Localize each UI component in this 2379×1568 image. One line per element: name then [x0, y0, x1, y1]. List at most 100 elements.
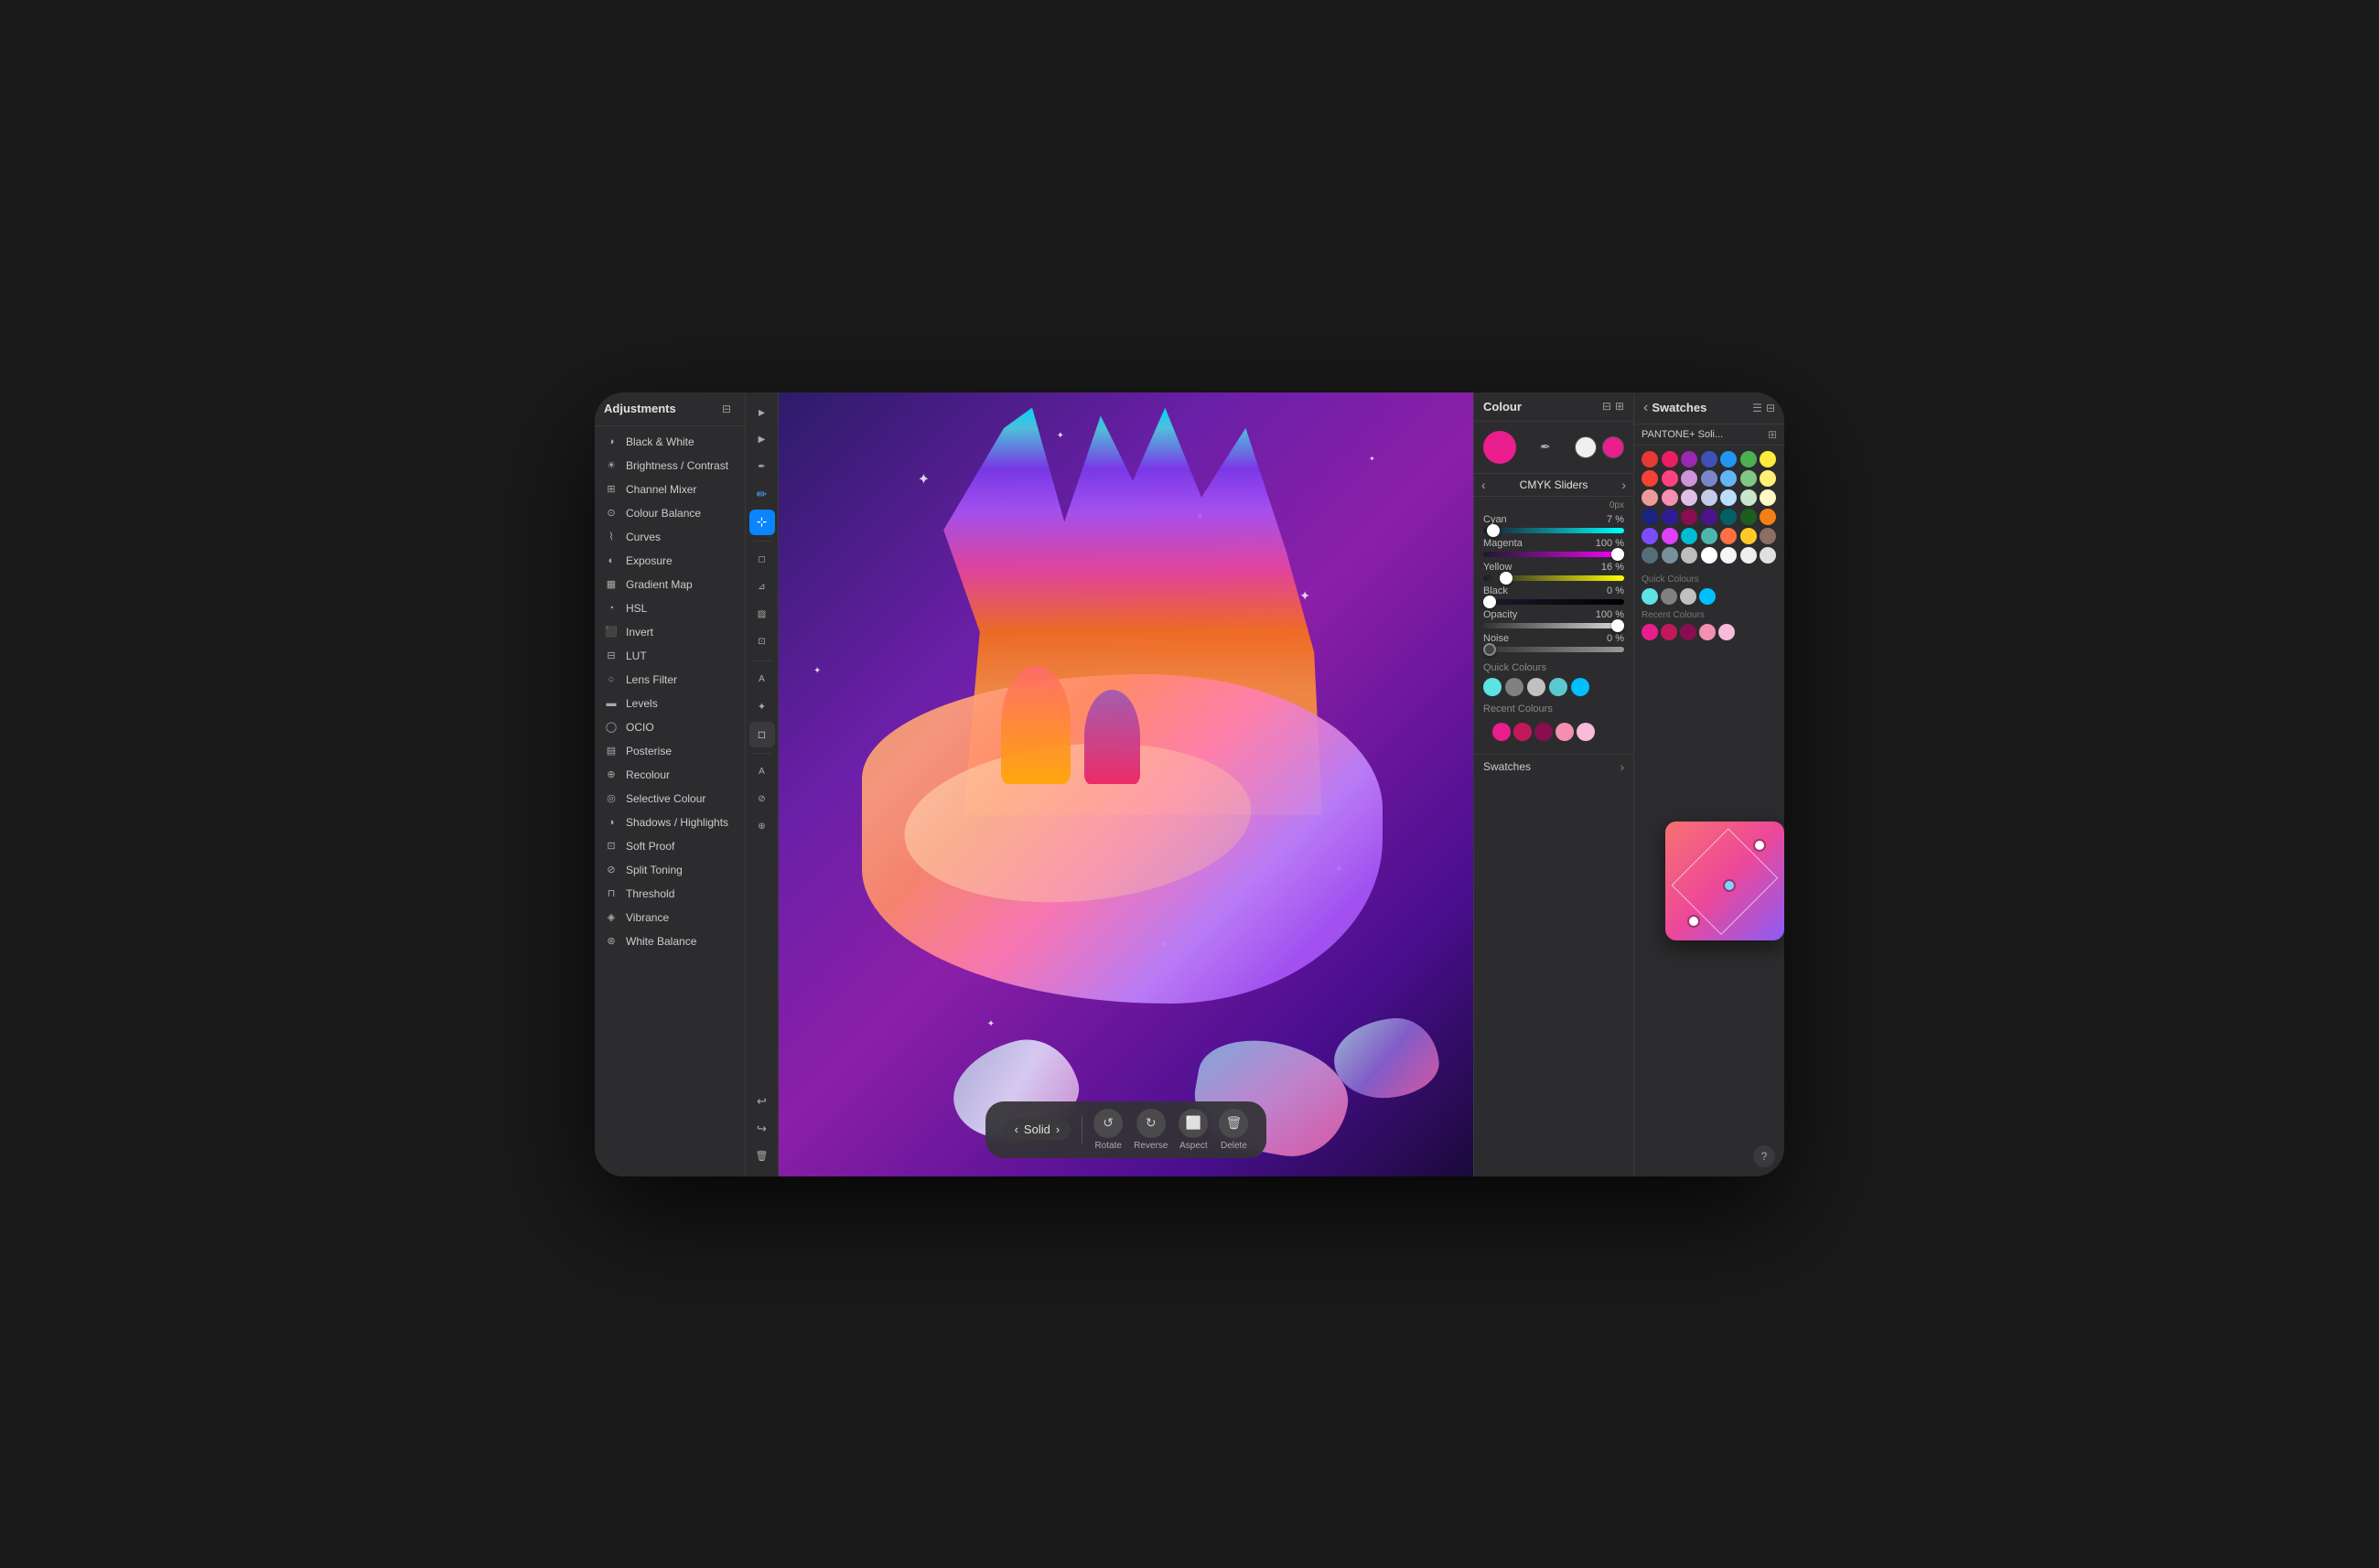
white-colour-swatch[interactable] — [1575, 436, 1597, 458]
swatches-list-icon[interactable]: ☰ — [1752, 402, 1762, 414]
cyan-slider-container[interactable] — [1474, 525, 1633, 536]
rotate-tool-item[interactable]: ↺ Rotate — [1093, 1109, 1123, 1151]
crop-tool[interactable]: ⊡ — [749, 629, 775, 655]
help-icon[interactable]: ? — [1753, 1145, 1775, 1167]
rc-5[interactable] — [1577, 723, 1595, 741]
swatch-19[interactable] — [1740, 489, 1757, 506]
rc-2[interactable] — [1513, 723, 1532, 741]
swatch-1[interactable] — [1662, 451, 1678, 467]
solid-toggle[interactable]: ‹ Solid › — [1004, 1119, 1071, 1140]
gradient-node-2[interactable] — [1725, 881, 1734, 890]
qc-silver[interactable] — [1527, 678, 1545, 696]
reverse-tool-item[interactable]: ↻ Reverse — [1134, 1109, 1168, 1151]
secondary-colour-swatch[interactable] — [1602, 436, 1624, 458]
adj-item-recolour[interactable]: ⊕ Recolour — [595, 763, 745, 787]
swatch-34[interactable] — [1760, 528, 1776, 544]
adj-item-hsl[interactable]: ◔ HSL — [595, 596, 745, 620]
sw-recent-2[interactable] — [1661, 624, 1677, 640]
qc-gray[interactable] — [1505, 678, 1523, 696]
gradient-preview[interactable] — [1665, 822, 1784, 940]
swatch-20[interactable] — [1760, 489, 1776, 506]
delete-tool-item[interactable]: 🗑 Delete — [1219, 1109, 1248, 1151]
adj-item-invert[interactable]: ⬛ Invert — [595, 620, 745, 644]
swatch-11[interactable] — [1720, 470, 1737, 487]
noise-thumb[interactable] — [1483, 643, 1496, 656]
sw-recent-5[interactable] — [1718, 624, 1735, 640]
gradient-tool[interactable]: ▨ — [749, 602, 775, 628]
swatch-13[interactable] — [1760, 470, 1776, 487]
zoom-tool[interactable]: □ — [749, 722, 775, 747]
magenta-thumb[interactable] — [1611, 548, 1624, 561]
swatch-12[interactable] — [1740, 470, 1757, 487]
primary-colour-swatch[interactable] — [1483, 431, 1516, 464]
eraser-tool[interactable]: ◻ — [749, 547, 775, 573]
sw-quick-4[interactable] — [1699, 588, 1716, 605]
swatch-25[interactable] — [1720, 509, 1737, 525]
eyedropper-tool[interactable]: ✦ — [749, 694, 775, 720]
adj-item-shadows-highlights[interactable]: ◑ Shadows / Highlights — [595, 811, 745, 834]
swatch-10[interactable] — [1701, 470, 1717, 487]
yellow-slider-container[interactable] — [1474, 573, 1633, 584]
swatch-14[interactable] — [1642, 489, 1658, 506]
swatch-30[interactable] — [1681, 528, 1697, 544]
text-tool[interactable]: A — [749, 667, 775, 693]
opacity-slider-container[interactable] — [1474, 620, 1633, 631]
black-thumb[interactable] — [1483, 596, 1496, 608]
yellow-thumb[interactable] — [1500, 572, 1512, 585]
swatch-15[interactable] — [1662, 489, 1678, 506]
clone-tool[interactable]: ⊕ — [749, 814, 775, 840]
swatch-31[interactable] — [1701, 528, 1717, 544]
opacity-track[interactable] — [1483, 623, 1624, 628]
sw-quick-1[interactable] — [1642, 588, 1658, 605]
swatch-6[interactable] — [1760, 451, 1776, 467]
noise-slider-container[interactable] — [1474, 644, 1633, 655]
noise-track[interactable] — [1483, 647, 1624, 652]
swatch-36[interactable] — [1662, 547, 1678, 564]
adj-item-colour-balance[interactable]: ⊙ Colour Balance — [595, 501, 745, 525]
sw-quick-2[interactable] — [1661, 588, 1677, 605]
swatch-29[interactable] — [1662, 528, 1678, 544]
swatch-4[interactable] — [1720, 451, 1737, 467]
swatches-settings-icon[interactable]: ⊟ — [1766, 402, 1775, 414]
swatch-33[interactable] — [1740, 528, 1757, 544]
magenta-slider-container[interactable] — [1474, 549, 1633, 560]
sw-recent-1[interactable] — [1642, 624, 1658, 640]
yellow-track[interactable] — [1483, 575, 1624, 581]
cmyk-next-arrow[interactable]: › — [1621, 478, 1626, 492]
magenta-track[interactable] — [1483, 552, 1624, 557]
swatch-40[interactable] — [1740, 547, 1757, 564]
adj-item-ocio[interactable]: ◯ OCIO — [595, 715, 745, 739]
select-tool[interactable]: ▸ — [749, 400, 775, 425]
swatch-2[interactable] — [1681, 451, 1697, 467]
cyan-thumb[interactable] — [1487, 524, 1500, 537]
swatch-26[interactable] — [1740, 509, 1757, 525]
swatch-37[interactable] — [1681, 547, 1697, 564]
adj-item-lens-filter[interactable]: ○ Lens Filter — [595, 668, 745, 692]
swatch-39[interactable] — [1720, 547, 1737, 564]
swatch-7[interactable] — [1642, 470, 1658, 487]
adj-item-levels[interactable]: ▬ Levels — [595, 692, 745, 715]
adj-item-soft-proof[interactable]: ⊡ Soft Proof — [595, 834, 745, 858]
cyan-track[interactable] — [1483, 528, 1624, 533]
black-track[interactable] — [1483, 599, 1624, 605]
rc-4[interactable] — [1556, 723, 1574, 741]
artwork-canvas[interactable]: ✦ ✦ ✦ ✦ ✦ ✦ ✦ ✦ ✦ — [779, 392, 1473, 1176]
active-tool[interactable]: ⊹ — [749, 510, 775, 535]
adj-item-white-balance[interactable]: ⊛ White Balance — [595, 929, 745, 953]
adj-item-exposure[interactable]: ◐ Exposure — [595, 549, 745, 573]
swatch-35[interactable] — [1642, 547, 1658, 564]
swatch-22[interactable] — [1662, 509, 1678, 525]
swatches-back-icon[interactable]: ‹ — [1643, 400, 1648, 416]
swatch-18[interactable] — [1720, 489, 1737, 506]
swatch-23[interactable] — [1681, 509, 1697, 525]
qc-blue[interactable] — [1571, 678, 1589, 696]
swatch-28[interactable] — [1642, 528, 1658, 544]
swatch-38[interactable] — [1701, 547, 1717, 564]
pen-tool[interactable]: ✒ — [749, 455, 775, 480]
fill-tool[interactable]: ⊿ — [749, 575, 775, 600]
black-slider-container[interactable] — [1474, 596, 1633, 607]
adj-item-channel-mixer[interactable]: ⊞ Channel Mixer — [595, 478, 745, 501]
sw-recent-4[interactable] — [1699, 624, 1716, 640]
swatch-24[interactable] — [1701, 509, 1717, 525]
sw-recent-3[interactable] — [1680, 624, 1696, 640]
